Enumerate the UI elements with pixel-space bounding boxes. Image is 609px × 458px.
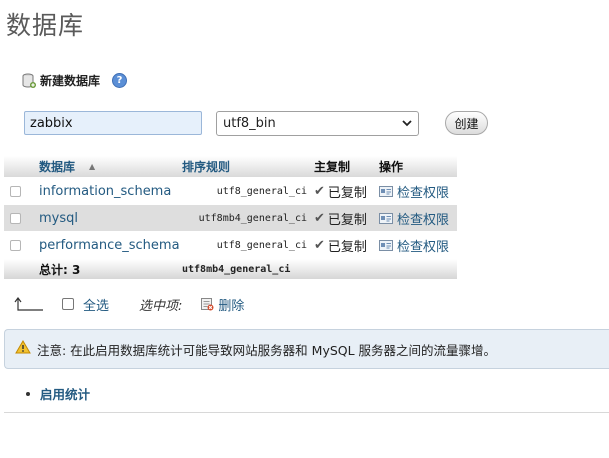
total-count: 总计: 3 <box>39 262 81 277</box>
database-name-input[interactable] <box>24 111 202 135</box>
create-database-label: 新建数据库 <box>40 74 101 88</box>
check-all-checkbox[interactable] <box>62 298 74 310</box>
replication-status: ✔ 已复制 <box>314 237 367 255</box>
check-privileges-link[interactable]: 检查权限 <box>379 205 449 231</box>
divider <box>4 412 609 413</box>
column-header-database[interactable]: 数据库 ▲ <box>39 156 95 177</box>
table-row: performance_schema utf8_general_ci ✔ 已复制… <box>4 232 457 258</box>
with-selected-label: 选中项: <box>139 298 183 314</box>
footer-collation: utf8mb4_general_ci <box>182 263 291 275</box>
notice-text: 注意: 在此启用数据库统计可能导致网站服务器和 MySQL 服务器之间的流量骤增… <box>37 342 497 358</box>
collation-selected-value: utf8_bin <box>223 116 276 131</box>
chevron-down-icon <box>402 116 412 131</box>
replication-status: ✔ 已复制 <box>314 210 367 228</box>
check-all-label[interactable]: 全选 <box>83 295 109 314</box>
table-row: information_schema utf8_general_ci ✔ 已复制… <box>4 178 457 204</box>
drop-icon[interactable] <box>200 297 214 311</box>
database-collation: utf8_general_ci <box>216 239 307 251</box>
checkmark-icon: ✔ <box>314 210 325 226</box>
privileges-icon <box>379 212 393 224</box>
help-icon[interactable]: ? <box>112 73 128 88</box>
create-button[interactable]: 创建 <box>445 111 488 135</box>
bulk-actions-bar: 全选 选中项: 删除 <box>14 294 244 314</box>
column-header-action: 操作 <box>379 160 404 174</box>
collation-select[interactable]: utf8_bin <box>216 111 419 136</box>
row-checkbox[interactable] <box>10 185 21 197</box>
checkmark-icon: ✔ <box>314 237 325 253</box>
database-name-link[interactable]: performance_schema <box>39 232 180 258</box>
arrow-ltr-icon <box>14 296 44 312</box>
warning-icon <box>15 340 31 358</box>
column-header-collation[interactable]: 排序规则 <box>182 156 310 177</box>
enable-statistics-link[interactable]: 启用统计 <box>40 384 90 403</box>
check-privileges-link[interactable]: 检查权限 <box>379 178 449 204</box>
sort-asc-icon: ▲ <box>89 162 96 171</box>
database-collation: utf8_general_ci <box>216 185 307 197</box>
table-header: 数据库 ▲ 排序规则 主复制 操作 <box>4 156 457 177</box>
database-name-link[interactable]: information_schema <box>39 178 171 204</box>
enable-statistics-item: 启用统计 <box>26 384 90 403</box>
replication-status: ✔ 已复制 <box>314 183 367 201</box>
drop-button[interactable]: 删除 <box>218 295 244 314</box>
database-add-icon <box>22 73 36 89</box>
privileges-icon <box>379 185 393 197</box>
notice-box: 注意: 在此启用数据库统计可能导致网站服务器和 MySQL 服务器之间的流量骤增… <box>4 329 609 369</box>
table-footer: 总计: 3 utf8mb4_general_ci <box>4 259 457 279</box>
checkmark-icon: ✔ <box>314 183 325 199</box>
create-database-heading: 新建数据库 ? <box>22 72 128 89</box>
table-row: mysql utf8mb4_general_ci ✔ 已复制 检查权限 <box>4 205 457 231</box>
database-name-link[interactable]: mysql <box>39 205 78 231</box>
column-header-replication: 主复制 <box>314 160 351 174</box>
privileges-icon <box>379 239 393 251</box>
page-title: 数据库 <box>6 11 85 40</box>
bullet <box>26 391 30 396</box>
database-collation: utf8mb4_general_ci <box>198 212 307 224</box>
row-checkbox[interactable] <box>10 239 21 251</box>
row-checkbox[interactable] <box>10 212 21 224</box>
check-privileges-link[interactable]: 检查权限 <box>379 232 449 258</box>
